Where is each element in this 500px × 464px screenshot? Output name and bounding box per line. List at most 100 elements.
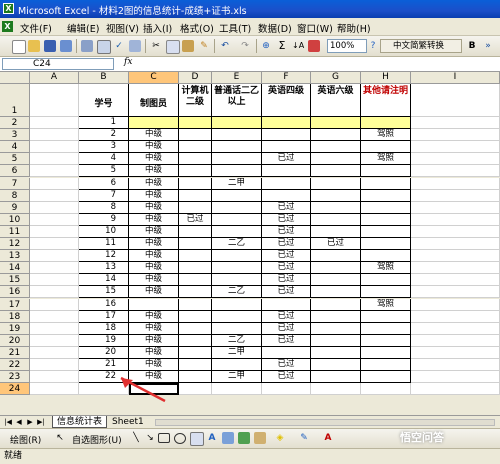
cell-e-23[interactable]: 二甲 bbox=[212, 371, 262, 384]
cell-c-20[interactable]: 中级 bbox=[129, 334, 179, 347]
cell-d-14[interactable] bbox=[179, 262, 212, 275]
hyperlink-icon[interactable]: ⊕ bbox=[260, 40, 272, 52]
clipart-icon[interactable] bbox=[238, 432, 250, 444]
cell-a-23[interactable] bbox=[30, 371, 79, 384]
menu-insert[interactable]: 插入(I) bbox=[143, 21, 172, 35]
first-sheet-icon[interactable]: |◀ bbox=[4, 418, 12, 426]
cell-b-10[interactable]: 9 bbox=[79, 213, 129, 226]
row-header[interactable]: 10 bbox=[0, 213, 30, 226]
next-sheet-icon[interactable]: ▶ bbox=[26, 418, 34, 426]
cell-e-15[interactable] bbox=[212, 274, 262, 287]
cell-c-2[interactable] bbox=[129, 117, 179, 130]
cell-a-12[interactable] bbox=[30, 238, 79, 251]
fill-color-icon[interactable]: ◈ bbox=[274, 432, 286, 444]
cell-d-18[interactable] bbox=[179, 310, 212, 323]
cell-c-16[interactable]: 中级 bbox=[129, 286, 179, 299]
cell-a-8[interactable] bbox=[30, 189, 79, 202]
cell-e-14[interactable] bbox=[212, 262, 262, 275]
research-icon[interactable] bbox=[129, 40, 141, 52]
menu-format[interactable]: 格式(O) bbox=[180, 21, 214, 35]
column-header-g[interactable]: G bbox=[311, 72, 361, 84]
cell-f-15[interactable]: 已过 bbox=[262, 274, 311, 287]
save-icon[interactable] bbox=[44, 40, 56, 52]
cell-h-16[interactable] bbox=[361, 286, 411, 299]
cell-i-4[interactable] bbox=[411, 141, 500, 154]
cell-c-13[interactable]: 中级 bbox=[129, 250, 179, 263]
cell-e-22[interactable] bbox=[212, 359, 262, 372]
cell-a-21[interactable] bbox=[30, 346, 79, 359]
cell-g-18[interactable] bbox=[311, 310, 361, 323]
cell-h-23[interactable] bbox=[361, 371, 411, 384]
select-objects-icon[interactable]: ↖ bbox=[54, 432, 66, 444]
cell-g-20[interactable] bbox=[311, 334, 361, 347]
cell-a-17[interactable] bbox=[30, 298, 79, 311]
column-header-d[interactable]: D bbox=[179, 72, 212, 84]
cell-i-10[interactable] bbox=[411, 213, 500, 226]
header-cell-e-1[interactable]: 普通话二乙以上 bbox=[212, 84, 262, 117]
row-header[interactable]: 16 bbox=[0, 286, 30, 299]
cell-i-3[interactable] bbox=[411, 129, 500, 142]
cell-f-12[interactable]: 已过 bbox=[262, 238, 311, 251]
cell-c-15[interactable]: 中级 bbox=[129, 274, 179, 287]
cell-h-22[interactable] bbox=[361, 359, 411, 372]
cell-f-23[interactable]: 已过 bbox=[262, 371, 311, 384]
cell-b-3[interactable]: 2 bbox=[79, 129, 129, 142]
cell-i-21[interactable] bbox=[411, 346, 500, 359]
cell-e-8[interactable] bbox=[212, 189, 262, 202]
cell-e-20[interactable]: 二乙 bbox=[212, 334, 262, 347]
arrow-tool-icon[interactable]: ↘ bbox=[144, 432, 156, 444]
menu-window[interactable]: 窗口(W) bbox=[297, 21, 333, 35]
cell-g-3[interactable] bbox=[311, 129, 361, 142]
cell-d-2[interactable] bbox=[179, 117, 212, 130]
row-header[interactable]: 8 bbox=[0, 189, 30, 202]
menu-tools[interactable]: 工具(T) bbox=[219, 21, 251, 35]
cell-a-22[interactable] bbox=[30, 359, 79, 372]
cell-c-10[interactable]: 中级 bbox=[129, 213, 179, 226]
cell-d-9[interactable] bbox=[179, 201, 212, 214]
cell-b-13[interactable]: 12 bbox=[79, 250, 129, 263]
cell-g-7[interactable] bbox=[311, 177, 361, 190]
cell-d-16[interactable] bbox=[179, 286, 212, 299]
header-cell-b-1[interactable]: 学号 bbox=[79, 84, 129, 117]
cell-a-5[interactable] bbox=[30, 153, 79, 166]
cell-i-18[interactable] bbox=[411, 310, 500, 323]
cell-g-9[interactable] bbox=[311, 201, 361, 214]
header-cell-d-1[interactable]: 计算机二级 bbox=[179, 84, 212, 117]
cell-g-10[interactable] bbox=[311, 213, 361, 226]
cell-d-6[interactable] bbox=[179, 165, 212, 178]
cell-d-7[interactable] bbox=[179, 177, 212, 190]
cell-a-20[interactable] bbox=[30, 334, 79, 347]
cell-b-14[interactable]: 13 bbox=[79, 262, 129, 275]
zoom-select[interactable]: 100% bbox=[327, 39, 367, 53]
cell-g-5[interactable] bbox=[311, 153, 361, 166]
cell-d-13[interactable] bbox=[179, 250, 212, 263]
column-header-a[interactable]: A bbox=[30, 72, 79, 84]
cell-i-24[interactable] bbox=[411, 383, 500, 396]
cell-e-7[interactable]: 二甲 bbox=[212, 177, 262, 190]
cell-h-5[interactable]: 驾照 bbox=[361, 153, 411, 166]
cell-f-20[interactable]: 已过 bbox=[262, 334, 311, 347]
cell-a-13[interactable] bbox=[30, 250, 79, 263]
cell-c-14[interactable]: 中级 bbox=[129, 262, 179, 275]
cell-b-6[interactable]: 5 bbox=[79, 165, 129, 178]
cell-d-11[interactable] bbox=[179, 225, 212, 238]
cell-a-4[interactable] bbox=[30, 141, 79, 154]
wordart-icon[interactable]: A bbox=[206, 432, 218, 444]
cell-b-22[interactable]: 21 bbox=[79, 359, 129, 372]
cell-e-10[interactable] bbox=[212, 213, 262, 226]
cell-c-9[interactable]: 中级 bbox=[129, 201, 179, 214]
row-header[interactable]: 1 bbox=[0, 84, 30, 117]
row-header[interactable]: 11 bbox=[0, 225, 30, 238]
cell-c-19[interactable]: 中级 bbox=[129, 322, 179, 335]
cell-d-21[interactable] bbox=[179, 346, 212, 359]
cell-f-18[interactable]: 已过 bbox=[262, 310, 311, 323]
cell-a-6[interactable] bbox=[30, 165, 79, 178]
cell-b-5[interactable]: 4 bbox=[79, 153, 129, 166]
cell-f-8[interactable] bbox=[262, 189, 311, 202]
line-color-icon[interactable]: ✎ bbox=[298, 432, 310, 444]
help-icon[interactable]: ? bbox=[367, 40, 379, 52]
toolbar-options-icon[interactable]: » bbox=[482, 40, 494, 52]
cell-e-16[interactable]: 二乙 bbox=[212, 286, 262, 299]
format-painter-icon[interactable]: ✎ bbox=[198, 40, 210, 52]
rectangle-icon[interactable] bbox=[158, 433, 170, 443]
